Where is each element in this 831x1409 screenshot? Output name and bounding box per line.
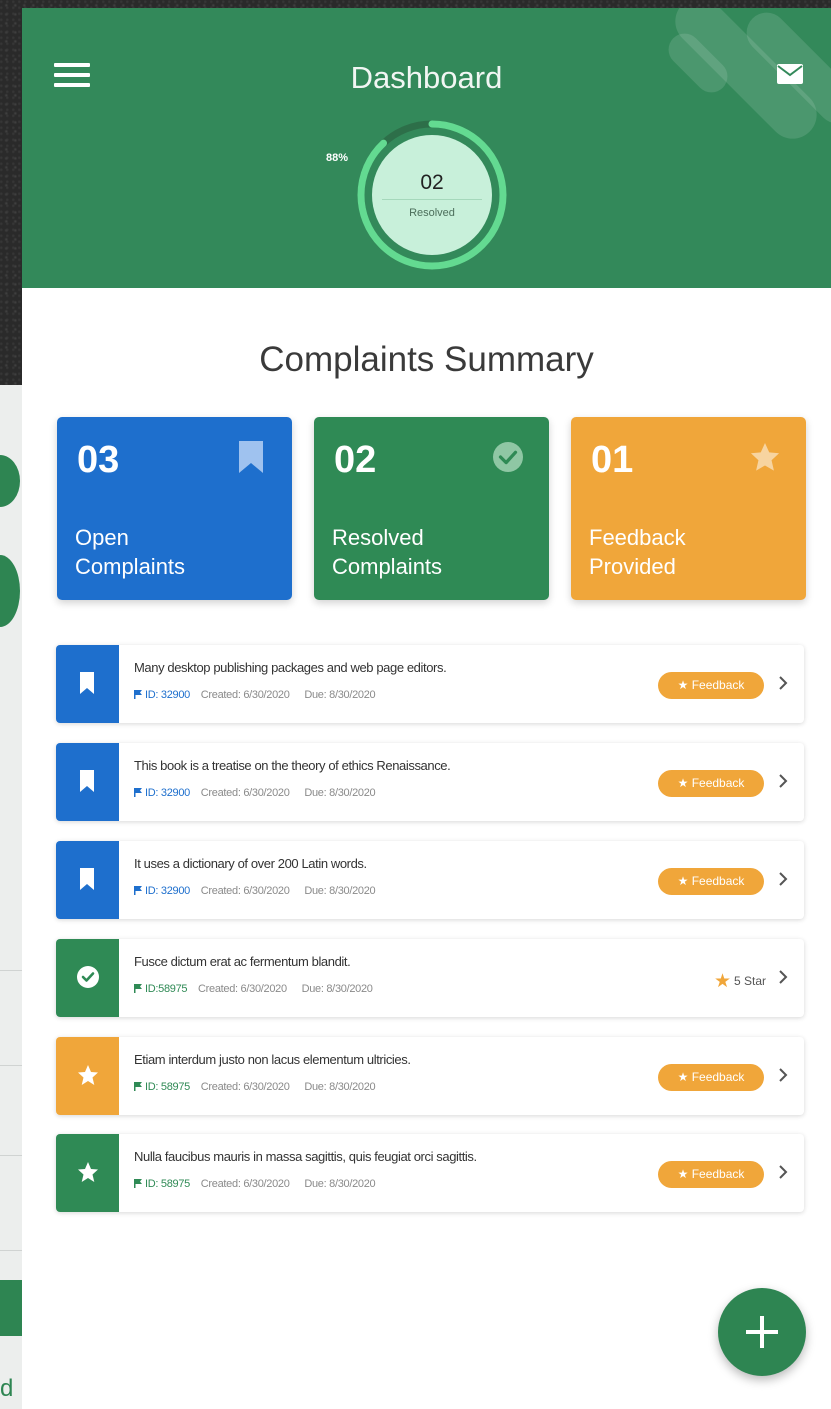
complaint-title: Nulla faucibus mauris in massa sagittis,…	[134, 1149, 477, 1164]
flag-icon	[134, 984, 142, 993]
mail-button[interactable]	[777, 64, 803, 84]
complaint-title: Etiam interdum justo non lacus elementum…	[134, 1052, 411, 1067]
chevron-right-icon	[779, 676, 788, 690]
chevron-right-icon	[779, 1165, 788, 1179]
created-date: Created: 6/30/2020	[200, 1178, 290, 1190]
status-indicator	[56, 841, 119, 919]
resolved-progress-ring: 02 Resolved	[352, 115, 512, 275]
complaint-title: It uses a dictionary of over 200 Latin w…	[134, 856, 367, 871]
card-label: Resolved	[332, 525, 424, 550]
partial-text: d	[0, 1375, 14, 1402]
due-date: Due: 8/30/2020	[304, 689, 376, 701]
complaint-title: This book is a treatise on the theory of…	[134, 758, 451, 773]
complaint-id: ID: 32900	[134, 885, 190, 897]
page-title: Dashboard	[350, 60, 503, 95]
feedback-button[interactable]: ★ Feedback	[658, 770, 764, 797]
flag-icon	[134, 1082, 142, 1091]
check-circle-icon	[493, 442, 523, 472]
feedback-button[interactable]: ★ Feedback	[658, 1161, 764, 1188]
due-date: Due: 8/30/2020	[304, 885, 376, 897]
bookmark-icon	[80, 868, 94, 890]
bookmark-icon	[80, 672, 94, 694]
feedback-button[interactable]: ★ Feedback	[658, 868, 764, 895]
status-indicator	[56, 1037, 119, 1115]
add-complaint-button[interactable]	[718, 1288, 806, 1376]
complaint-row[interactable]: It uses a dictionary of over 200 Latin w…	[56, 841, 804, 919]
complaint-row[interactable]: Fusce dictum erat ac fermentum blandit. …	[56, 939, 804, 1017]
resolved-percent: 88%	[326, 152, 349, 164]
due-date: Due: 8/30/2020	[304, 787, 376, 799]
chevron-right-icon	[779, 1068, 788, 1082]
partial-circle	[0, 555, 20, 627]
card-label: Complaints	[332, 554, 443, 579]
rating: ★ 5 Star	[713, 971, 766, 992]
previous-screen-edge: d	[0, 385, 22, 1409]
status-indicator	[56, 645, 119, 723]
flag-icon	[134, 886, 142, 895]
feedback-provided-card[interactable]: 01 Feedback Provided	[571, 417, 806, 600]
star-icon	[750, 442, 780, 471]
chevron-right-icon	[779, 774, 788, 788]
partial-button	[0, 1280, 22, 1336]
complaint-id: ID: 32900	[134, 787, 190, 799]
card-label: Complaints	[75, 554, 186, 579]
bookmark-icon	[80, 770, 94, 792]
complaint-id: ID: 32900	[134, 689, 190, 701]
complaint-row[interactable]: Nulla faucibus mauris in massa sagittis,…	[56, 1134, 804, 1212]
card-count: 01	[591, 439, 634, 481]
complaint-row[interactable]: This book is a treatise on the theory of…	[56, 743, 804, 821]
created-date: Created: 6/30/2020	[200, 689, 290, 701]
card-count: 02	[334, 439, 377, 481]
open-complaints-card[interactable]: 03 Open Complaints	[57, 417, 292, 600]
created-date: Created: 6/30/2020	[198, 983, 287, 995]
feedback-button[interactable]: ★ Feedback	[658, 1064, 764, 1091]
dashboard-screen: Dashboard 88% 02 Resolved Complaints Sum…	[22, 8, 831, 1409]
ring-center: 02 Resolved	[372, 135, 492, 255]
card-label: Provided	[589, 554, 676, 579]
card-label: Open	[75, 525, 129, 550]
status-indicator	[56, 1134, 119, 1212]
flag-icon	[134, 788, 142, 797]
created-date: Created: 6/30/2020	[200, 885, 290, 897]
chevron-right-icon	[779, 970, 788, 984]
complaint-title: Many desktop publishing packages and web…	[134, 660, 447, 675]
complaint-row[interactable]: Etiam interdum justo non lacus elementum…	[56, 1037, 804, 1115]
summary-title: Complaints Summary	[259, 340, 594, 379]
due-date: Due: 8/30/2020	[301, 983, 373, 995]
mail-icon	[777, 64, 803, 84]
bookmark-icon	[239, 441, 263, 473]
partial-circle	[0, 455, 20, 507]
complaint-id: ID: 58975	[134, 1081, 190, 1093]
created-date: Created: 6/30/2020	[200, 787, 290, 799]
flag-icon	[134, 690, 142, 699]
resolved-complaints-card[interactable]: 02 Resolved Complaints	[314, 417, 549, 600]
check-circle-icon	[77, 966, 99, 988]
complaint-id: ID:58975	[134, 983, 188, 995]
chevron-right-icon	[779, 872, 788, 886]
complaint-id: ID: 58975	[134, 1178, 190, 1190]
flag-icon	[134, 1179, 142, 1188]
star-icon: ★	[713, 971, 731, 992]
resolved-count: 02	[420, 171, 444, 194]
created-date: Created: 6/30/2020	[200, 1081, 290, 1093]
star-icon	[78, 1065, 98, 1085]
app-header: Dashboard 88% 02 Resolved	[22, 8, 831, 288]
star-icon	[78, 1162, 98, 1182]
due-date: Due: 8/30/2020	[304, 1081, 376, 1093]
status-indicator	[56, 939, 119, 1017]
complaint-row[interactable]: Many desktop publishing packages and web…	[56, 645, 804, 723]
card-label: Feedback	[589, 525, 686, 550]
complaint-title: Fusce dictum erat ac fermentum blandit.	[134, 954, 351, 969]
resolved-label: Resolved	[409, 207, 455, 219]
card-count: 03	[77, 439, 120, 481]
feedback-button[interactable]: ★ Feedback	[658, 672, 764, 699]
due-date: Due: 8/30/2020	[304, 1178, 376, 1190]
status-indicator	[56, 743, 119, 821]
